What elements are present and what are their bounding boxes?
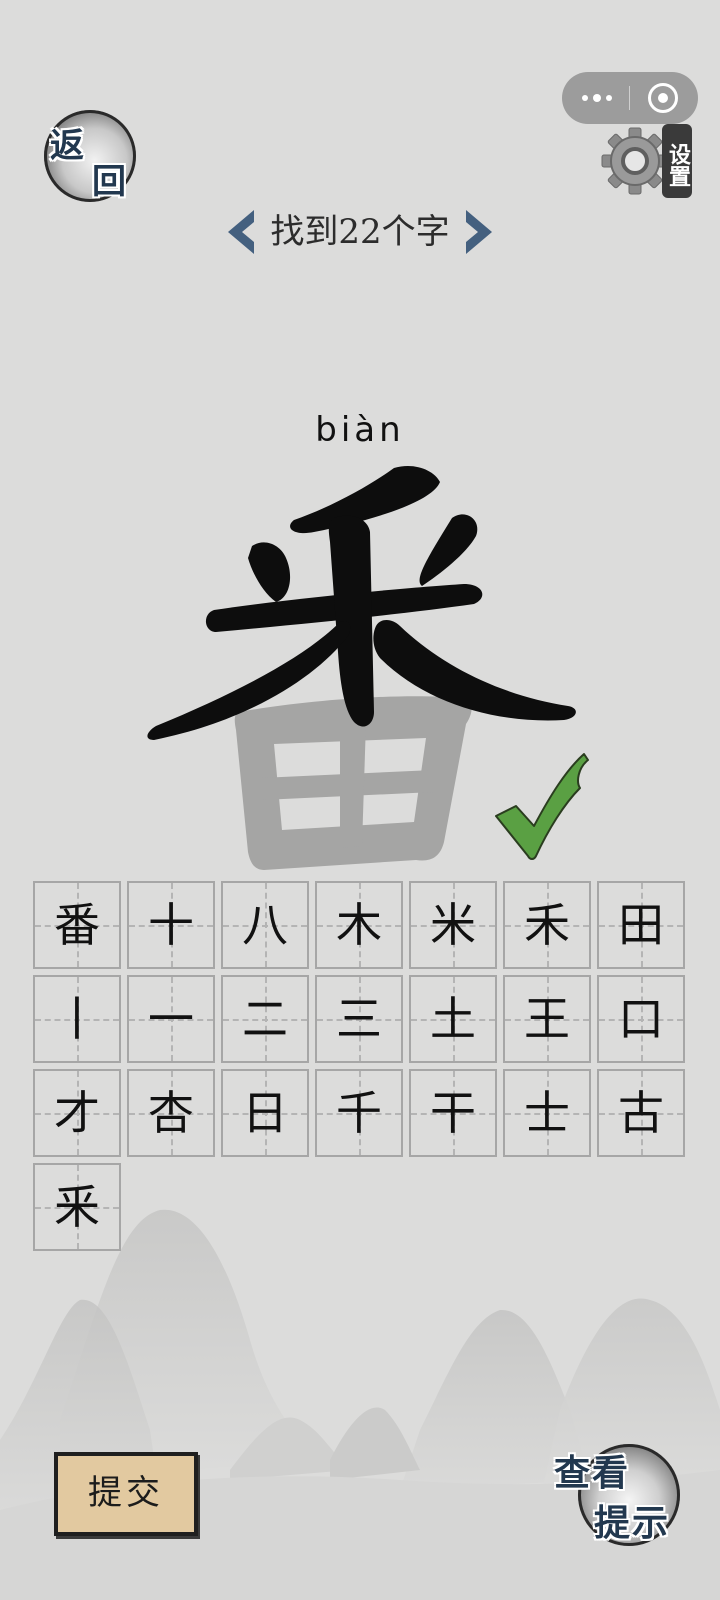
pinyin-label: biàn	[315, 410, 405, 450]
character-cell[interactable]: 八	[221, 881, 309, 969]
level-title: 找到22个字	[270, 212, 450, 252]
character-cell[interactable]: 千	[315, 1069, 403, 1157]
more-dots-icon[interactable]	[562, 72, 630, 124]
miniprogram-capsule	[562, 72, 698, 124]
back-label-top: 返	[50, 126, 84, 166]
settings-button[interactable]: 设置	[600, 124, 696, 200]
hint-label-bottom: 提示	[594, 1502, 671, 1544]
back-button[interactable]: 返 回	[42, 108, 142, 208]
character-cell[interactable]: 口	[597, 975, 685, 1063]
gear-icon	[601, 127, 669, 195]
character-cell[interactable]: 士	[503, 1069, 591, 1157]
settings-label: 设置	[662, 124, 692, 198]
character-cell[interactable]: 三	[315, 975, 403, 1063]
character-cell[interactable]: 土	[409, 975, 497, 1063]
top-strokes	[147, 465, 576, 740]
character-cell[interactable]: 米	[409, 881, 497, 969]
character-cell[interactable]: 才	[33, 1069, 121, 1157]
character-cell[interactable]: 木	[315, 881, 403, 969]
hint-label-top: 查看	[554, 1452, 631, 1494]
back-label-bottom: 回	[92, 162, 126, 202]
character-cell[interactable]: 杏	[127, 1069, 215, 1157]
character-cell[interactable]: 日	[221, 1069, 309, 1157]
character-cell[interactable]: 一	[127, 975, 215, 1063]
submit-button[interactable]: 提交	[54, 1452, 198, 1536]
character-cell[interactable]: 田	[597, 881, 685, 969]
character-cell[interactable]: 王	[503, 975, 591, 1063]
character-cell[interactable]: 二	[221, 975, 309, 1063]
character-cell[interactable]: 干	[409, 1069, 497, 1157]
chevron-left-icon[interactable]	[228, 210, 254, 254]
character-cell[interactable]: 丨	[33, 975, 121, 1063]
hint-button[interactable]: 查看 提示	[554, 1440, 694, 1556]
character-cell[interactable]: 十	[127, 881, 215, 969]
chevron-right-icon[interactable]	[466, 210, 492, 254]
field-radical	[234, 696, 472, 870]
character-cell[interactable]: 番	[33, 881, 121, 969]
character-cell[interactable]: 禾	[503, 881, 591, 969]
character-cell[interactable]: 古	[597, 1069, 685, 1157]
record-circle-icon[interactable]	[630, 72, 698, 124]
character-cell[interactable]: 釆	[33, 1163, 121, 1251]
level-header: 找到22个字	[228, 204, 492, 260]
checkmark-icon	[495, 753, 589, 860]
